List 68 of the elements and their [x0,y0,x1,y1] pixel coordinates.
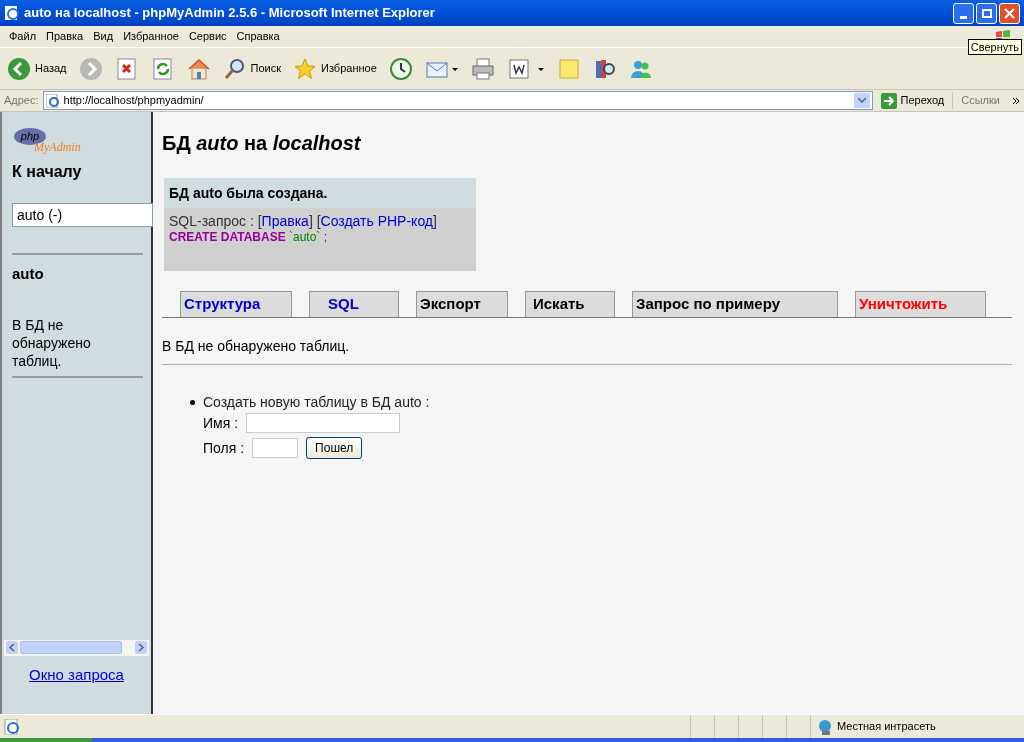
menu-item[interactable]: Правка [41,28,89,45]
note-icon [556,56,581,81]
toolbar-button[interactable]: Поиск [219,51,284,86]
ie-page-icon [4,718,20,735]
url-text: http://localhost/phpmyadmin/ [63,93,204,109]
minimize-icon [960,15,967,19]
menu-item[interactable]: Сервис [183,28,232,45]
star-icon [293,56,317,81]
security-zone: Местная интрасеть [837,719,936,735]
menu-item[interactable]: Справка [231,28,285,45]
dropdown-button[interactable] [853,93,870,108]
sql-code: CREATE DATABASE `auto` ; [169,229,329,245]
page-heading: БД auto на localhost [162,131,362,156]
go-button[interactable]: Пошел [306,437,363,459]
restore-icon [981,8,992,18]
empty-message: В БД не обнаружено таблиц. [162,337,351,356]
bullet-icon [190,399,195,405]
maximize-button[interactable] [976,2,997,24]
arrow-right-icon [880,92,897,109]
tab[interactable]: SQL [309,291,399,317]
tab[interactable]: Структура [180,291,292,317]
logo: php MyAdmin [12,126,102,156]
tooltip: Свернуть [967,39,1022,55]
toolbar-button[interactable]: Назад [4,51,70,86]
create-table-title: Создать новую таблицу в БД auto : [203,393,430,411]
stop-icon [114,56,139,81]
close-icon [1004,7,1015,19]
tab[interactable]: Экспорт [416,291,508,317]
history-icon [388,56,413,81]
search-icon [222,56,247,81]
chevron-down-icon [857,98,866,103]
notice-title: БД auto была создана. [164,178,476,208]
network-globe-icon [817,718,833,735]
chevron-icon [1012,96,1020,105]
refresh-icon [150,56,175,81]
name-label: Имя : [203,414,239,432]
document-icon [506,56,545,81]
ie-page-icon [4,5,20,21]
horizontal-scrollbar[interactable] [4,639,149,656]
fields-count-field[interactable] [252,438,299,458]
links-label[interactable]: Ссылки [952,92,1008,109]
edit-link[interactable]: Правка [261,213,309,229]
database-select[interactable]: auto (-) [12,203,153,227]
tab[interactable]: Искать [525,291,615,317]
fields-label: Поля : [203,439,245,457]
window-title: auto на localhost - phpMyAdmin 2.5.6 - Microsoft Internet Explorer [24,4,435,23]
scroll-right-icon [135,641,147,654]
menu-item[interactable]: Избранное [118,28,184,45]
database-name: auto [12,264,45,284]
query-window-link[interactable]: Окно запроса [29,663,124,686]
tab[interactable]: Запрос по примеру [632,291,838,317]
address-label: Адрес: [4,93,39,109]
menu-item[interactable]: Вид [88,28,119,45]
address-field[interactable]: http://localhost/phpmyadmin/ [42,91,873,110]
scroll-left-icon [6,641,18,654]
table-name-field[interactable] [246,413,401,433]
sql-query-line: SQL-запрос : [Правка] [Создать PHP-код] [169,213,438,229]
scroll-thumb[interactable] [20,641,122,654]
ie-page-icon [45,93,60,108]
close-button[interactable] [999,2,1020,24]
toolbar-button[interactable]: Избранное [290,51,380,86]
printer-icon [470,56,495,81]
go-button[interactable]: Переход [876,92,949,109]
minimize-button[interactable] [953,2,974,24]
no-tables-message: В БД не обнаружено таблиц. [12,315,92,370]
home-link[interactable]: К началу [12,160,141,184]
home-icon [186,56,211,81]
menu-item[interactable]: Файл [4,28,42,45]
